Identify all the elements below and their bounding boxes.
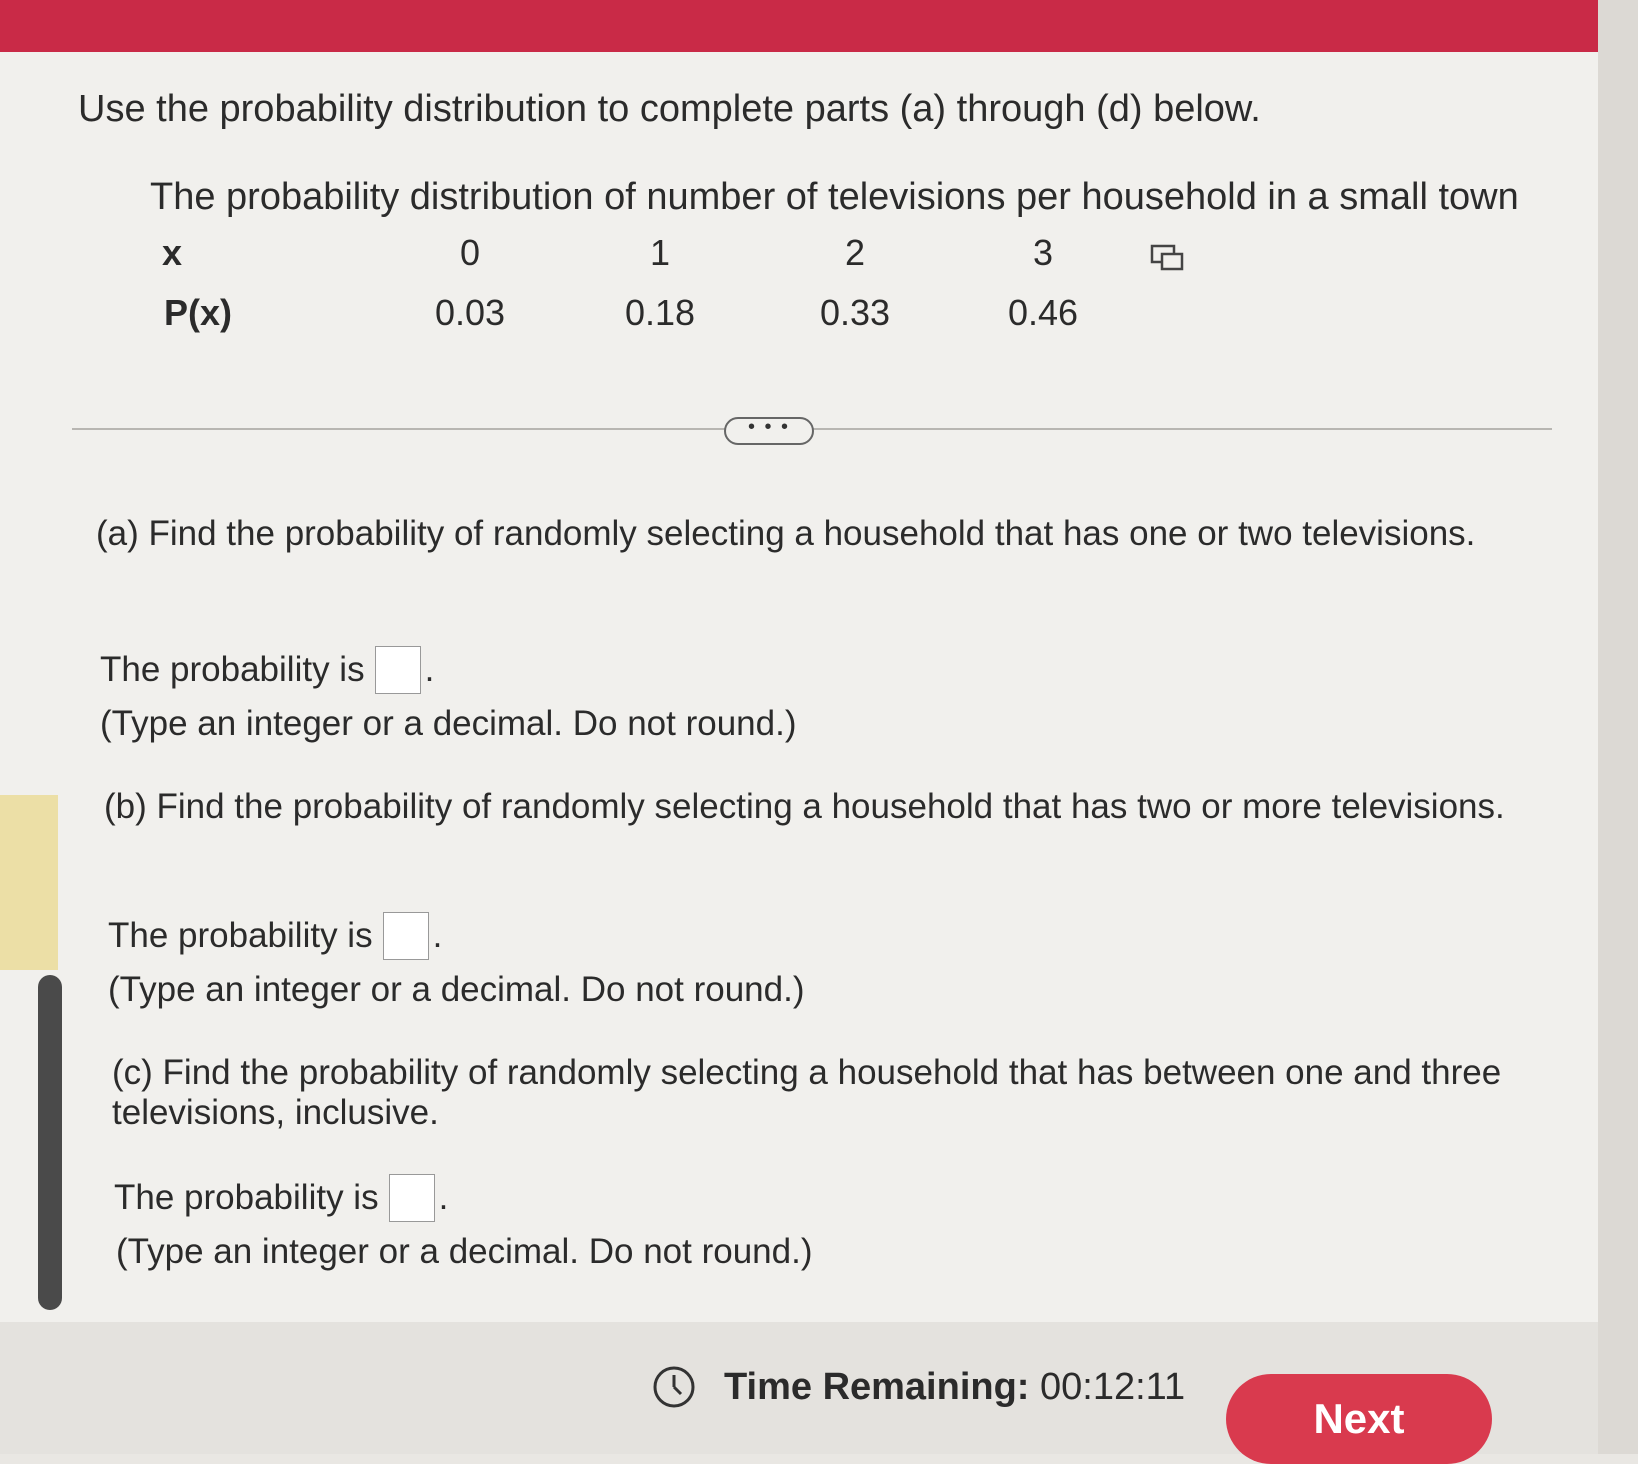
answer-input-b[interactable] bbox=[382, 912, 429, 960]
p-value-1: 0.18 bbox=[624, 292, 696, 333]
expand-more-button[interactable]: • • • bbox=[724, 417, 814, 445]
answer-input-a[interactable] bbox=[374, 646, 421, 694]
answer-prefix-a: The probability is bbox=[100, 650, 365, 689]
scrollbar-thumb[interactable] bbox=[38, 975, 62, 1310]
answer-row-b: The probability is . bbox=[108, 912, 442, 960]
time-remaining-value: 00:12:11 bbox=[1040, 1366, 1186, 1408]
p-value-0: 0.03 bbox=[434, 292, 506, 333]
answer-prefix-c: The probability is bbox=[114, 1178, 379, 1217]
x-value-3: 3 bbox=[1032, 232, 1054, 273]
x-label: x bbox=[162, 232, 183, 273]
hint-a: (Type an integer or a decimal. Do not ro… bbox=[100, 704, 797, 743]
time-remaining: Time Remaining: 00:12:11 bbox=[724, 1366, 1185, 1409]
next-button[interactable]: Next bbox=[1226, 1374, 1492, 1464]
question-a: (a) Find the probability of randomly sel… bbox=[96, 514, 1476, 553]
copy-table-icon[interactable] bbox=[1150, 244, 1184, 272]
instruction-text: Use the probability distribution to comp… bbox=[78, 88, 1261, 130]
table-caption: The probability distribution of number o… bbox=[150, 176, 1519, 218]
hint-c: (Type an integer or a decimal. Do not ro… bbox=[116, 1232, 813, 1271]
x-value-2: 2 bbox=[844, 232, 866, 273]
p-value-3: 0.46 bbox=[1007, 292, 1079, 333]
x-value-1: 1 bbox=[649, 232, 671, 273]
question-b: (b) Find the probability of randomly sel… bbox=[104, 787, 1505, 826]
answer-row-a: The probability is . bbox=[100, 646, 434, 694]
clock-icon bbox=[653, 1366, 695, 1408]
hint-b: (Type an integer or a decimal. Do not ro… bbox=[108, 970, 805, 1009]
answer-prefix-b: The probability is bbox=[108, 916, 373, 955]
x-value-0: 0 bbox=[459, 232, 481, 273]
left-highlight-strip bbox=[0, 795, 58, 970]
answer-input-c[interactable] bbox=[388, 1174, 435, 1222]
answer-row-c: The probability is . bbox=[114, 1174, 448, 1222]
top-header-bar bbox=[0, 0, 1638, 52]
p-value-2: 0.33 bbox=[819, 292, 891, 333]
question-c: (c) Find the probability of randomly sel… bbox=[112, 1053, 1502, 1132]
right-side-strip bbox=[1598, 0, 1638, 1454]
time-remaining-label: Time Remaining: bbox=[724, 1366, 1030, 1408]
p-label: P(x) bbox=[164, 292, 233, 333]
